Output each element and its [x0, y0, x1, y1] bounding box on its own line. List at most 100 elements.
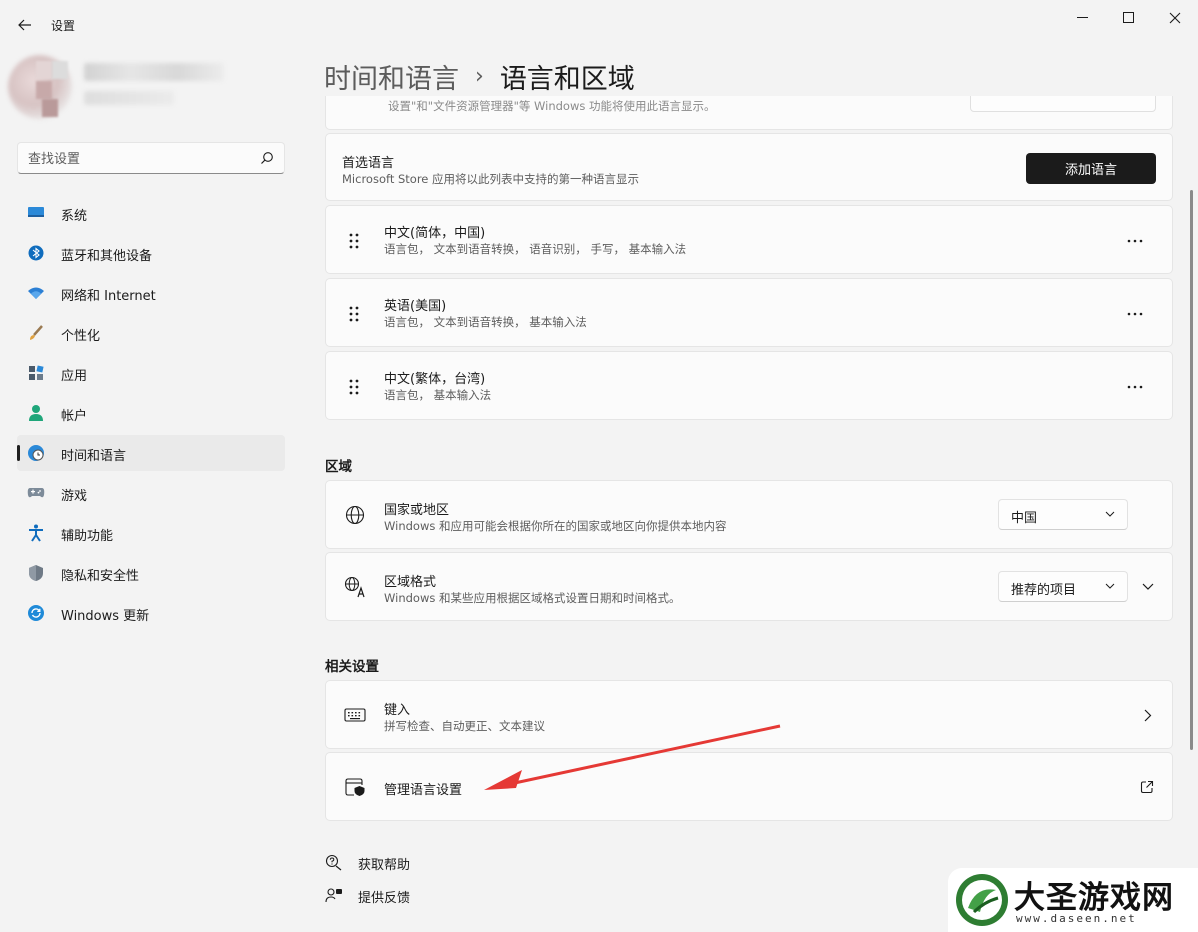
sidebar-item-label: 应用	[61, 369, 88, 384]
feedback-icon	[324, 886, 344, 906]
sidebar-item-label: 系统	[61, 209, 88, 224]
page-title: 语言和区域	[499, 63, 635, 95]
more-options-icon[interactable]	[1126, 311, 1144, 317]
country-dropdown-value: 中国	[1011, 511, 1038, 526]
language-features: 语言包， 基本输入法	[384, 388, 492, 402]
close-button[interactable]	[1152, 6, 1198, 30]
preferred-languages-subtitle: Microsoft Store 应用将以此列表中支持的第一种语言显示	[342, 172, 640, 186]
sidebar-item-label: 隐私和安全性	[61, 569, 140, 584]
admin-language-settings-card[interactable]: 管理语言设置	[325, 752, 1173, 821]
region-format-title: 区域格式	[384, 575, 437, 590]
sidebar-item-label: 帐户	[61, 409, 88, 424]
bluetooth-icon	[27, 244, 45, 262]
language-features: 语言包， 文本到语音转换， 语音识别， 手写， 基本输入法	[384, 242, 687, 256]
gamepad-icon	[27, 484, 45, 502]
typing-subtitle: 拼写检查、自动更正、文本建议	[384, 719, 545, 733]
back-button[interactable]	[14, 14, 36, 36]
region-format-dropdown[interactable]: 推荐的项目	[998, 571, 1128, 602]
sidebar-item-personalization[interactable]: 个性化	[17, 315, 285, 351]
minimize-button[interactable]	[1060, 6, 1106, 30]
language-name: 中文(简体，中国)	[384, 226, 486, 241]
admin-language-settings-title: 管理语言设置	[384, 783, 463, 798]
drag-handle-icon[interactable]	[346, 305, 362, 323]
sidebar-item-gaming[interactable]: 游戏	[17, 475, 285, 511]
drag-handle-icon[interactable]	[346, 378, 362, 396]
avatar-pixel	[42, 99, 58, 117]
give-feedback-label: 提供反馈	[358, 890, 411, 906]
language-name: 英语(美国)	[384, 299, 447, 314]
more-options-icon[interactable]	[1126, 238, 1144, 244]
add-language-button[interactable]: 添加语言	[1026, 153, 1156, 184]
language-row[interactable]: 中文(繁体，台湾) 语言包， 基本输入法	[325, 351, 1173, 420]
watermark-logo-icon	[956, 874, 1008, 926]
language-row[interactable]: 英语(美国) 语言包， 文本到语音转换， 基本输入法	[325, 278, 1173, 347]
chevron-down-icon	[1105, 583, 1115, 589]
user-name-blurred	[84, 63, 224, 81]
language-features: 语言包， 文本到语音转换， 基本输入法	[384, 315, 587, 329]
more-options-icon[interactable]	[1126, 384, 1144, 390]
country-region-title: 国家或地区	[384, 503, 450, 518]
expand-chevron-icon[interactable]	[1142, 583, 1154, 591]
sidebar-item-label: 游戏	[61, 489, 88, 504]
sidebar-item-accounts[interactable]: 帐户	[17, 395, 285, 431]
country-dropdown[interactable]: 中国	[998, 499, 1128, 530]
display-language-dropdown[interactable]	[970, 96, 1156, 112]
typing-title: 键入	[384, 703, 411, 718]
maximize-button[interactable]	[1106, 6, 1152, 30]
sidebar-nav: 系统 蓝牙和其他设备 网络和 Internet 个性化 应用 帐户 时间和语言 …	[17, 195, 285, 635]
title-bar: 设置	[0, 0, 1198, 48]
sidebar-item-apps[interactable]: 应用	[17, 355, 285, 391]
sidebar-item-time-language[interactable]: 时间和语言	[17, 435, 285, 471]
close-icon	[1169, 12, 1181, 24]
maximize-icon	[1123, 12, 1134, 23]
get-help-link[interactable]: 获取帮助	[324, 853, 410, 873]
chevron-down-icon	[1105, 511, 1115, 517]
language-row[interactable]: 中文(简体，中国) 语言包， 文本到语音转换， 语音识别， 手写， 基本输入法	[325, 205, 1173, 274]
sidebar-item-accessibility[interactable]: 辅助功能	[17, 515, 285, 551]
user-email-blurred	[84, 91, 174, 105]
drag-handle-icon[interactable]	[346, 232, 362, 250]
display-language-desc: 设置"和"文件资源管理器"等 Windows 功能将使用此语言显示。	[388, 99, 716, 113]
region-format-icon	[344, 576, 366, 598]
watermark-url: www.daseen.net	[1016, 912, 1137, 925]
sidebar-item-network[interactable]: 网络和 Internet	[17, 275, 285, 311]
display-language-row: 设置"和"文件资源管理器"等 Windows 功能将使用此语言显示。	[325, 96, 1173, 130]
keyboard-icon	[344, 704, 366, 726]
avatar-pixel	[52, 61, 68, 79]
search-icon	[260, 151, 274, 169]
user-profile[interactable]	[8, 55, 238, 125]
sidebar-item-privacy[interactable]: 隐私和安全性	[17, 555, 285, 591]
sidebar-item-windows-update[interactable]: Windows 更新	[17, 595, 285, 631]
region-heading: 区域	[325, 459, 352, 475]
sidebar-item-system[interactable]: 系统	[17, 195, 285, 231]
search-input[interactable]	[28, 149, 248, 169]
sidebar-item-bluetooth[interactable]: 蓝牙和其他设备	[17, 235, 285, 271]
sidebar-item-label: 辅助功能	[61, 529, 114, 544]
typing-card[interactable]: 键入 拼写检查、自动更正、文本建议	[325, 680, 1173, 749]
breadcrumb-separator: ›	[475, 63, 484, 89]
watermark-name: 大圣游戏网	[1014, 880, 1174, 916]
search-box[interactable]	[17, 142, 285, 174]
get-help-label: 获取帮助	[358, 857, 411, 873]
region-format-dropdown-value: 推荐的项目	[1011, 583, 1077, 598]
scrollbar[interactable]	[1190, 190, 1193, 750]
update-icon	[27, 604, 45, 622]
language-name: 中文(繁体，台湾)	[384, 372, 486, 387]
back-arrow-icon	[18, 19, 31, 31]
site-watermark: 大圣游戏网 www.daseen.net	[948, 868, 1198, 932]
sidebar-item-label: Windows 更新	[61, 609, 150, 624]
country-region-subtitle: Windows 和应用可能会根据你所在的国家或地区向你提供本地内容	[384, 519, 727, 533]
avatar-pixel	[36, 81, 52, 99]
minimize-icon	[1077, 17, 1088, 18]
globe-icon	[344, 504, 366, 526]
give-feedback-link[interactable]: 提供反馈	[324, 886, 410, 906]
monitor-icon	[27, 204, 45, 222]
apps-icon	[27, 364, 45, 382]
related-settings-heading: 相关设置	[325, 659, 379, 675]
region-format-subtitle: Windows 和某些应用根据区域格式设置日期和时间格式。	[384, 591, 681, 605]
clock-globe-icon	[27, 444, 45, 462]
sidebar-item-label: 网络和 Internet	[61, 289, 156, 304]
preferred-languages-title: 首选语言	[342, 156, 395, 171]
breadcrumb-parent[interactable]: 时间和语言	[324, 57, 459, 96]
external-link-icon	[1140, 780, 1154, 794]
